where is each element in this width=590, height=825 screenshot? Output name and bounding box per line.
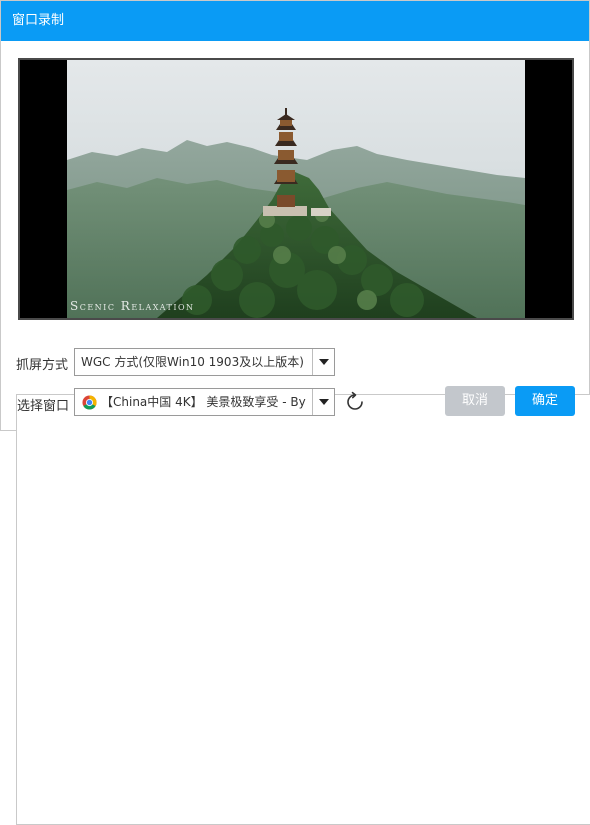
window-select[interactable]: 【China中国 4K】 美景极致享受 - By — [74, 388, 335, 416]
select-divider — [312, 389, 313, 415]
cancel-button[interactable]: 取消 — [445, 386, 505, 416]
preview-image — [67, 60, 525, 318]
window-record-dialog: 窗口录制 Scenic Relaxation 抓屏方式 WGC 方式(仅限Win… — [0, 0, 590, 825]
refresh-icon[interactable] — [343, 390, 367, 414]
capture-mode-select[interactable]: WGC 方式(仅限Win10 1903及以上版本) — [74, 348, 335, 376]
dialog-title: 窗口录制 — [12, 13, 65, 28]
window-select-label: 选择窗口 — [16, 394, 590, 825]
chevron-down-icon[interactable] — [319, 399, 329, 405]
window-preview: Scenic Relaxation — [18, 58, 574, 320]
window-select-value: 【China中国 4K】 美景极致享受 - By — [101, 395, 306, 409]
capture-mode-value: WGC 方式(仅限Win10 1903及以上版本) — [81, 355, 304, 369]
preview-watermark: Scenic Relaxation — [70, 299, 195, 313]
chevron-down-icon[interactable] — [319, 359, 329, 365]
select-divider — [312, 349, 313, 375]
capture-mode-label: 抓屏方式 — [16, 358, 69, 373]
ok-button[interactable]: 确定 — [515, 386, 575, 416]
chrome-icon — [82, 395, 97, 410]
dialog-titlebar: 窗口录制 — [1, 1, 589, 41]
